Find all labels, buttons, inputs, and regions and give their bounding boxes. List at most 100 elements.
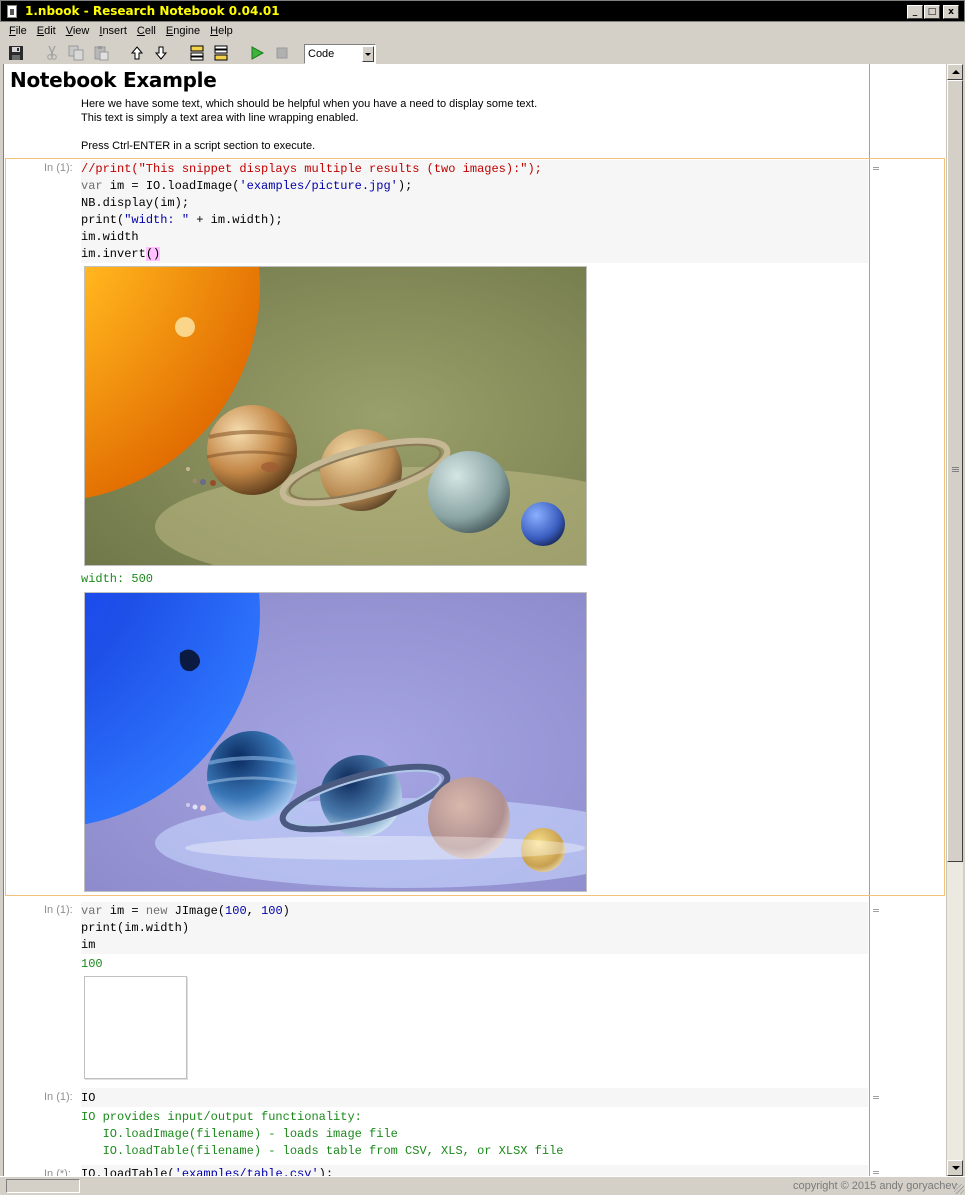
code-text: im [81, 938, 96, 952]
menu-accel: E [36, 25, 45, 37]
notebook-title: Notebook Example [10, 68, 217, 92]
copyright-text: copyright © 2015 andy goryachev [792, 1180, 957, 1192]
image-output [84, 266, 587, 566]
menu-label: nsert [102, 25, 127, 37]
cell-output: 100 [81, 957, 103, 971]
code-string: 'examples/table.csv' [174, 1167, 319, 1176]
stop-icon[interactable] [274, 45, 290, 61]
cell-prompt: In (*): [44, 1168, 71, 1176]
code-block[interactable]: var im = new JImage(100, 100) print(im.w… [81, 903, 290, 954]
markdown-line[interactable]: Here we have some text, which should be … [81, 97, 537, 111]
markdown-line[interactable]: Press Ctrl-ENTER in a script section to … [81, 139, 315, 153]
menu-help[interactable]: Help [205, 22, 238, 42]
vertical-scrollbar[interactable] [946, 64, 963, 1176]
save-icon[interactable] [8, 45, 24, 61]
cell-type-select[interactable]: Code [304, 44, 376, 64]
menu-insert[interactable]: Insert [94, 22, 132, 42]
cell-prompt: In (1): [44, 1091, 73, 1103]
code-text: im = IO.loadImage( [102, 179, 240, 193]
code-block[interactable]: //print("This snippet displays multiple … [81, 161, 542, 263]
copy-icon[interactable] [68, 45, 84, 61]
code-text: NB.display(im); [81, 196, 190, 210]
code-text: IO.loadTable( [81, 1167, 175, 1176]
status-field [6, 1179, 80, 1193]
move-down-icon[interactable] [153, 45, 169, 61]
menu-accel: C [136, 25, 145, 37]
code-text: + im.width); [189, 213, 283, 227]
window-title: 1.nbook - Research Notebook 0.04.01 [25, 4, 280, 18]
code-editor[interactable] [81, 1088, 868, 1107]
output-line: IO.loadImage(filename) - loads image fil… [81, 1127, 398, 1141]
title-bar: 1.nbook - Research Notebook 0.04.01 _ □ … [0, 0, 965, 22]
run-icon[interactable] [249, 45, 265, 61]
code-keyword: var [81, 904, 103, 918]
code-string: "width: " [124, 213, 190, 227]
menu-label: elp [218, 25, 233, 37]
scroll-down-button[interactable] [947, 1160, 963, 1176]
code-text: JImage( [167, 904, 226, 918]
notebook-pane[interactable]: Notebook Example Here we have some text,… [3, 64, 946, 1176]
code-text: ); [397, 179, 413, 193]
menu-file[interactable]: File [4, 22, 32, 42]
inverted-solar-system-image [85, 593, 586, 891]
menu-accel: H [210, 25, 219, 37]
code-text: im.invert [81, 247, 146, 261]
menu-label: ngine [173, 25, 201, 37]
scroll-up-button[interactable] [947, 64, 963, 80]
cell-output: IO provides input/output functionality: … [81, 1109, 563, 1160]
window-controls: _ □ x [907, 5, 959, 19]
menu-label: iew [72, 25, 90, 37]
cell-handle-icon[interactable] [873, 909, 879, 912]
insert-below-icon[interactable] [213, 45, 229, 61]
solar-system-image [85, 267, 586, 565]
cell-handle-icon[interactable] [873, 1096, 879, 1099]
toolbar: Code [0, 42, 965, 64]
menu-cell[interactable]: Cell [132, 22, 161, 42]
cell-handle-icon[interactable] [873, 1171, 879, 1174]
cell-prompt: In (1): [44, 162, 73, 174]
resize-grip-icon[interactable] [954, 1184, 964, 1194]
code-block[interactable]: IO.loadTable('examples/table.csv'); [81, 1166, 333, 1176]
menu-edit[interactable]: Edit [32, 22, 61, 42]
chevron-down-icon[interactable] [362, 46, 374, 62]
menu-engine[interactable]: Engine [161, 22, 205, 42]
code-text: , [246, 904, 262, 918]
status-bar: copyright © 2015 andy goryachev [0, 1176, 965, 1195]
menu-accel: V [65, 25, 73, 37]
move-up-icon[interactable] [129, 45, 145, 61]
output-line: IO.loadTable(filename) - loads table fro… [81, 1144, 564, 1158]
markdown-line[interactable]: This text is simply a text area with lin… [81, 111, 359, 125]
minimize-button[interactable]: _ [907, 5, 923, 19]
cut-icon[interactable] [44, 45, 60, 61]
output-line: IO provides input/output functionality: [81, 1110, 362, 1124]
cell-prompt: In (1): [44, 904, 73, 916]
code-number: 100 [261, 904, 283, 918]
menu-label: dit [44, 25, 56, 37]
scroll-thumb[interactable] [947, 80, 963, 862]
cell-output: width: 500 [81, 572, 154, 586]
menu-label: ile [15, 25, 27, 37]
menu-bar: File Edit View Insert Cell Engine Help [0, 22, 965, 42]
app-icon[interactable] [7, 5, 17, 18]
code-text: im.width [81, 230, 139, 244]
code-text: im = [102, 904, 146, 918]
close-button[interactable]: x [943, 5, 959, 19]
image-output [84, 592, 587, 892]
menu-label: ell [144, 25, 156, 37]
code-number: 100 [225, 904, 247, 918]
maximize-button[interactable]: □ [924, 5, 940, 19]
paste-icon[interactable] [93, 45, 109, 61]
code-keyword: var [81, 179, 103, 193]
menu-view[interactable]: View [61, 22, 95, 42]
code-text: ) [282, 904, 290, 918]
code-comment: //print("This snippet displays multiple … [81, 162, 542, 176]
code-text: print(im.width) [81, 921, 190, 935]
menu-accel: F [9, 25, 16, 37]
cell-handle-icon[interactable] [873, 167, 879, 170]
code-text: ); [318, 1167, 334, 1176]
matched-paren: () [145, 247, 161, 261]
insert-above-icon[interactable] [189, 45, 205, 61]
blank-image-output [84, 976, 187, 1079]
grip-icon [952, 467, 959, 472]
code-block[interactable]: IO [81, 1090, 95, 1107]
